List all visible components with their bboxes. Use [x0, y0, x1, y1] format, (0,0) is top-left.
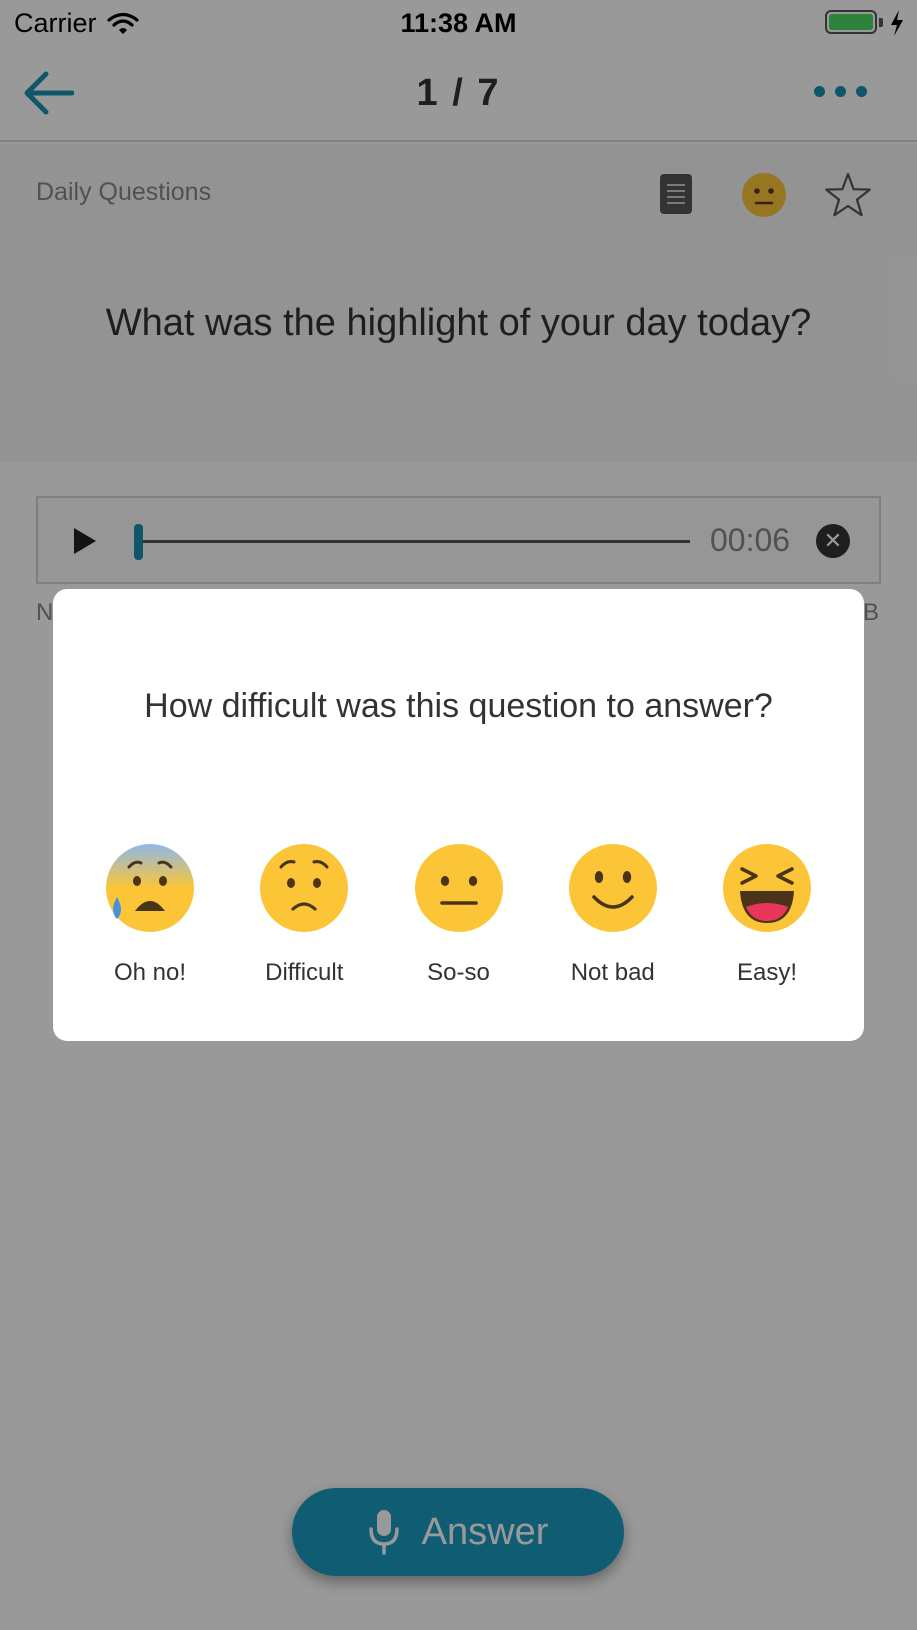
difficulty-modal: How difficult was this question to answe…	[53, 589, 864, 1041]
rating-option-difficult[interactable]: Difficult	[229, 843, 379, 987]
rating-label: Not bad	[570, 959, 655, 986]
modal-question: How difficult was this question to answe…	[144, 687, 773, 725]
rating-label: Easy!	[736, 959, 798, 986]
rating-option-oh-no[interactable]: Oh no!	[75, 843, 225, 987]
difficulty-options: Oh no! Difficult So-so Not bad Easy!	[75, 843, 842, 987]
worried-face-icon	[260, 844, 349, 932]
laughing-face-icon	[723, 844, 811, 932]
anxious-sweat-face-icon	[106, 844, 194, 932]
app-screen: Carrier 11:38 AM 1 / 7 Daily Questions W…	[0, 0, 917, 1630]
rating-option-so-so[interactable]: So-so	[384, 843, 534, 987]
rating-label: So-so	[427, 959, 490, 986]
neutral-face-icon	[414, 844, 503, 932]
rating-label: Difficult	[265, 959, 344, 986]
slight-smile-face-icon	[568, 844, 657, 932]
rating-option-easy[interactable]: Easy!	[692, 843, 842, 987]
rating-label: Oh no!	[113, 959, 187, 986]
rating-option-not-bad[interactable]: Not bad	[538, 843, 688, 987]
